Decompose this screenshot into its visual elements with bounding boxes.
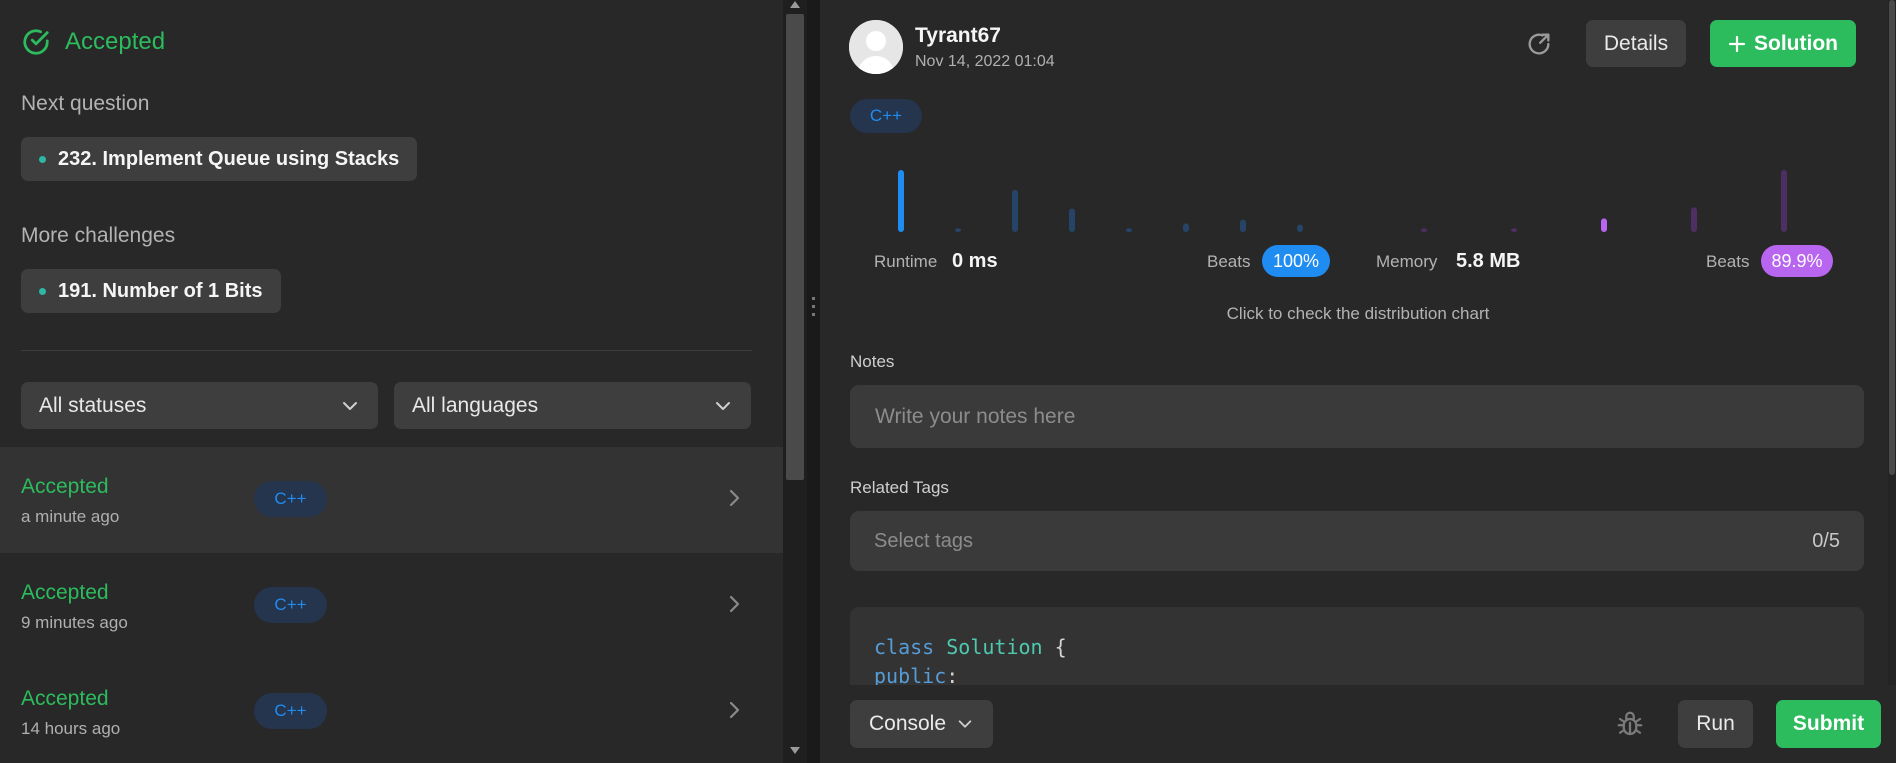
language-badge: C++ [850, 99, 922, 133]
runtime-beats-badge: 100% [1262, 245, 1330, 277]
console-label: Console [868, 712, 947, 735]
distribution-hint[interactable]: Click to check the distribution chart [820, 304, 1896, 324]
memory-value: 5.8 MB [1456, 250, 1521, 272]
next-question-label: Next question [21, 92, 150, 115]
submission-date: Nov 14, 2022 01:04 [915, 53, 1055, 70]
language-badge: C++ [254, 481, 327, 517]
scroll-down-arrow[interactable] [790, 747, 800, 754]
submission-time: 14 hours ago [21, 719, 121, 738]
runtime-distribution-bar [1069, 208, 1075, 232]
chevron-down-icon [343, 401, 357, 410]
submission-time: 9 minutes ago [21, 613, 128, 632]
runtime-distribution-bar [1240, 219, 1246, 232]
runtime-distribution-bar [1126, 228, 1132, 232]
submission-row[interactable]: Accepted a minute ago C++ [0, 447, 783, 553]
submission-detail-panel: Tyrant67 Nov 14, 2022 01:04 Details Solu… [820, 0, 1896, 763]
chevron-right-icon [729, 489, 740, 507]
submission-row[interactable]: Accepted 14 hours ago C++ [0, 659, 783, 763]
memory-distribution-bar [1421, 228, 1427, 232]
scroll-up-arrow[interactable] [790, 1, 800, 8]
submission-list-panel: Accepted Next question 232. Implement Qu… [0, 0, 783, 763]
language-filter-value: All languages [412, 393, 539, 417]
runtime-label: Runtime [874, 252, 938, 271]
drag-handle-icon[interactable] [812, 297, 815, 321]
language-badge: C++ [254, 587, 327, 623]
runtime-distribution-bar [1012, 189, 1018, 232]
runtime-distribution-bar [955, 228, 961, 232]
notes-input[interactable] [850, 385, 1864, 448]
runtime-value: 0 ms [952, 250, 998, 272]
tags-count: 0/5 [1812, 529, 1840, 552]
submission-status: Accepted [21, 475, 109, 498]
console-button[interactable]: Console [850, 700, 993, 748]
runtime-distribution-bar [898, 170, 904, 232]
memory-beats-badge: 89.9% [1761, 245, 1833, 277]
submission-status: Accepted [21, 687, 109, 710]
memory-distribution-bar [1691, 207, 1697, 232]
details-button[interactable]: Details [1586, 20, 1686, 67]
code-line: class Solution { [874, 635, 1067, 659]
result-status: Accepted [65, 28, 166, 55]
divider [21, 350, 752, 351]
memory-label: Memory [1376, 252, 1438, 271]
difficulty-dot [39, 155, 46, 163]
memory-distribution-bar [1511, 228, 1517, 232]
related-tags-label: Related Tags [850, 478, 949, 497]
memory-distribution-bar [1781, 170, 1787, 232]
check-circle-icon [23, 29, 49, 55]
memory-beats-label: Beats [1706, 252, 1750, 271]
add-solution-button[interactable]: Solution [1710, 20, 1856, 67]
run-button[interactable]: Run [1678, 700, 1753, 748]
chevron-down-icon [958, 720, 972, 728]
more-challenges-label: More challenges [21, 224, 176, 247]
memory-distribution-bar [1601, 218, 1607, 232]
username[interactable]: Tyrant67 [915, 24, 1001, 48]
left-scrollbar[interactable] [783, 0, 807, 763]
runtime-beats-label: Beats [1207, 252, 1251, 271]
status-filter-value: All statuses [39, 393, 147, 417]
share-icon[interactable] [1525, 30, 1553, 58]
next-question-title: 232. Implement Queue using Stacks [58, 147, 400, 170]
code-viewer[interactable]: class Solution { public: [850, 607, 1864, 697]
runtime-distribution-bar [1297, 224, 1303, 232]
next-question-chip[interactable]: 232. Implement Queue using Stacks [21, 137, 418, 181]
language-badge: C++ [254, 693, 327, 729]
scrollbar-thumb[interactable] [786, 14, 804, 480]
bottom-toolbar: Console Run Submit [820, 685, 1896, 763]
runtime-distribution-bar [1183, 223, 1189, 232]
plus-icon [1728, 35, 1746, 52]
distribution-bars[interactable] [820, 160, 1896, 235]
solution-label: Solution [1754, 31, 1838, 55]
notes-label: Notes [850, 352, 895, 371]
language-filter[interactable]: All languages [394, 382, 751, 429]
bug-icon[interactable] [1615, 709, 1645, 739]
chevron-right-icon [729, 701, 740, 719]
more-challenge-chip[interactable]: 191. Number of 1 Bits [21, 269, 281, 313]
chevron-right-icon [729, 595, 740, 613]
submission-status: Accepted [21, 581, 109, 604]
user-avatar-icon [849, 20, 903, 74]
submission-time: a minute ago [21, 507, 120, 526]
result-header: Accepted [21, 27, 165, 57]
submit-button[interactable]: Submit [1776, 700, 1881, 748]
scrollbar-thumb[interactable] [1889, 0, 1895, 475]
more-challenge-title: 191. Number of 1 Bits [58, 279, 263, 302]
status-filter[interactable]: All statuses [21, 382, 378, 429]
panel-splitter[interactable] [807, 0, 820, 763]
difficulty-dot [39, 287, 46, 295]
avatar[interactable] [849, 20, 903, 74]
right-scrollbar[interactable] [1888, 0, 1896, 685]
tags-select[interactable]: Select tags 0/5 [850, 511, 1864, 571]
submission-row[interactable]: Accepted 9 minutes ago C++ [0, 553, 783, 659]
tags-placeholder: Select tags [874, 529, 973, 552]
chevron-down-icon [716, 401, 730, 410]
